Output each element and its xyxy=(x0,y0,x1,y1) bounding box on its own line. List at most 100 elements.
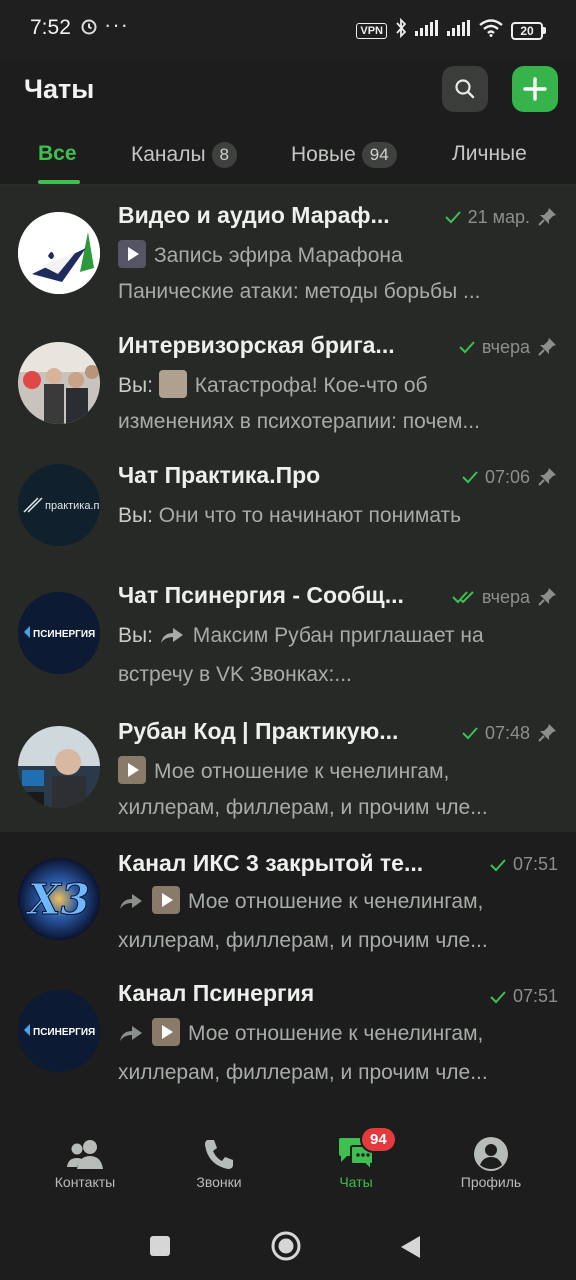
chat-meta: 07:48 xyxy=(461,722,558,744)
preview-line2: Панические атаки: методы борьбы ... xyxy=(118,280,481,303)
read-check-icon xyxy=(462,727,478,740)
chat-preview: Запись эфира Марафона Панические атаки: … xyxy=(118,238,558,310)
pin-icon xyxy=(538,468,556,486)
chat-title: Интервизорская бригa... xyxy=(118,332,395,358)
pin-icon xyxy=(538,208,556,226)
chat-meta: вчера xyxy=(452,586,558,608)
nav-label: Чаты xyxy=(339,1174,373,1190)
avatar-text: X3 xyxy=(25,875,90,924)
pin-icon xyxy=(538,724,556,742)
chat-row[interactable]: Интервизорская бригa... вчера Вы: Катаст… xyxy=(0,316,576,446)
read-check-icon xyxy=(490,990,506,1003)
read-check-icon xyxy=(490,858,506,871)
preview-line1: Максим Рубан приглашает на xyxy=(192,624,484,647)
pin-icon xyxy=(538,338,556,356)
sender-prefix: Вы: xyxy=(118,504,153,527)
preview-line1: Мое отношение к ченелингам, xyxy=(188,1022,484,1045)
back-button[interactable] xyxy=(398,1234,422,1260)
chat-preview: Мое отношение к ченелингам, хиллерам, фи… xyxy=(118,754,558,826)
recents-button[interactable] xyxy=(148,1234,172,1258)
contacts-icon xyxy=(30,1134,140,1174)
read-check-icon xyxy=(459,341,475,354)
nav-label: Профиль xyxy=(460,1174,522,1190)
double-check-icon xyxy=(452,591,474,604)
video-thumbnail xyxy=(152,1018,180,1046)
more-notifications-icon: ··· xyxy=(104,12,129,37)
chat-meta: 07:51 xyxy=(489,854,558,875)
bluetooth-icon xyxy=(395,17,407,43)
read-check-icon xyxy=(462,471,478,484)
nav-contacts[interactable]: Контакты xyxy=(30,1134,140,1190)
tab-new[interactable]: Новые 94 xyxy=(291,142,397,168)
home-button[interactable] xyxy=(270,1230,302,1262)
chat-title: Канал Псинергия xyxy=(118,980,315,1006)
chat-row[interactable]: X3 Канал ИКС 3 закрытой те... 07:51 Мое … xyxy=(0,832,576,964)
alarm-icon xyxy=(80,17,98,40)
chat-row[interactable]: Рубан Код | Практикую... 07:48 Мое отнош… xyxy=(0,702,576,832)
preview-line2: хиллерам, филлерам, и прочим чле... xyxy=(118,1061,488,1084)
preview-line2: встречу в VK Звонках:... xyxy=(118,663,352,686)
pin-icon xyxy=(538,588,556,606)
nav-label: Контакты xyxy=(54,1174,116,1190)
bottom-navigation: Контакты Звонки Чаты 94 Профиль xyxy=(0,1118,576,1216)
tab-all[interactable]: Все xyxy=(38,142,77,166)
chat-preview: Мое отношение к ченелингам, хиллерам, фи… xyxy=(118,884,558,959)
page-title: Чаты xyxy=(24,74,95,104)
unread-badge: 94 xyxy=(360,1126,397,1153)
chat-title: Канал ИКС 3 закрытой те... xyxy=(118,850,424,876)
chat-time: 07:48 xyxy=(484,722,530,743)
chat-row[interactable]: ПСИНЕРГИЯ Чат Псинергия - Сообщ... вчера… xyxy=(0,566,576,702)
new-chat-button[interactable] xyxy=(512,66,558,112)
status-bar: 7:52 ··· VPN 20 xyxy=(0,0,576,60)
chat-filter-tabs: Все Каналы 8 Новые 94 Личные xyxy=(0,132,576,184)
chat-meta: 07:06 xyxy=(461,466,558,488)
chat-row[interactable]: практика.про Чат Практика.Про 07:06 Вы: … xyxy=(0,446,576,566)
nav-profile[interactable]: Профиль xyxy=(436,1134,546,1190)
chat-title: Рубан Код | Практикую... xyxy=(118,718,399,744)
preview-line2: изменениях в психотерапии: почем... xyxy=(118,410,480,433)
nav-calls[interactable]: Звонки xyxy=(164,1134,274,1190)
nav-label: Звонки xyxy=(196,1174,242,1190)
tab-personal[interactable]: Личные xyxy=(452,142,527,166)
chat-title: Чат Псинергия - Сообщ... xyxy=(118,582,404,608)
chat-time: вчера xyxy=(481,336,530,357)
avatar: практика.про xyxy=(18,464,100,546)
chat-meta: 21 мар. xyxy=(444,206,558,228)
chat-row[interactable]: Видео и аудио Мараф... 21 мар. Запись эф… xyxy=(0,186,576,316)
video-thumbnail xyxy=(118,240,146,268)
tab-count-badge: 8 xyxy=(211,142,238,168)
image-thumbnail xyxy=(158,370,187,398)
tab-label: Новые xyxy=(291,143,356,166)
tab-label: Личные xyxy=(452,142,527,165)
wifi-icon xyxy=(479,19,503,42)
video-thumbnail xyxy=(152,886,180,914)
preview-line1: Мое отношение к ченелингам, xyxy=(188,890,484,913)
avatar-text: ПСИНЕРГИЯ xyxy=(33,629,95,640)
chat-time: 07:51 xyxy=(512,854,558,874)
read-check-icon xyxy=(444,211,461,224)
avatar xyxy=(18,726,100,808)
tab-count-badge: 94 xyxy=(361,142,397,168)
app-header: Чаты xyxy=(0,60,576,120)
tab-channels[interactable]: Каналы 8 xyxy=(131,142,238,168)
preview-line1: Катастрофа! Кое-что об xyxy=(194,374,428,397)
signal-icon xyxy=(415,20,439,41)
chat-preview: Вы: Катастрофа! Кое-что об изменениях в … xyxy=(118,368,558,440)
chat-title: Видео и аудио Мараф... xyxy=(118,202,390,228)
forward-icon xyxy=(118,1019,144,1055)
sender-prefix: Вы: xyxy=(118,624,153,647)
search-button[interactable] xyxy=(442,66,488,112)
avatar xyxy=(18,342,100,424)
avatar: X3 xyxy=(18,858,100,940)
avatar xyxy=(18,212,100,294)
chat-row[interactable]: ПСИНЕРГИЯ Канал Псинергия 07:51 Мое отно… xyxy=(0,964,576,1096)
avatar-text: практика.про xyxy=(45,500,100,512)
chat-time: 21 мар. xyxy=(467,206,530,227)
sender-prefix: Вы: xyxy=(118,374,153,397)
tab-label: Каналы xyxy=(131,143,206,166)
status-time: 7:52 xyxy=(30,16,71,39)
search-icon xyxy=(455,79,475,99)
chat-time: вчера xyxy=(481,586,530,607)
preview-line2: хиллерам, филлерам, и прочим чле... xyxy=(118,929,488,952)
chat-time: 07:06 xyxy=(484,466,530,487)
